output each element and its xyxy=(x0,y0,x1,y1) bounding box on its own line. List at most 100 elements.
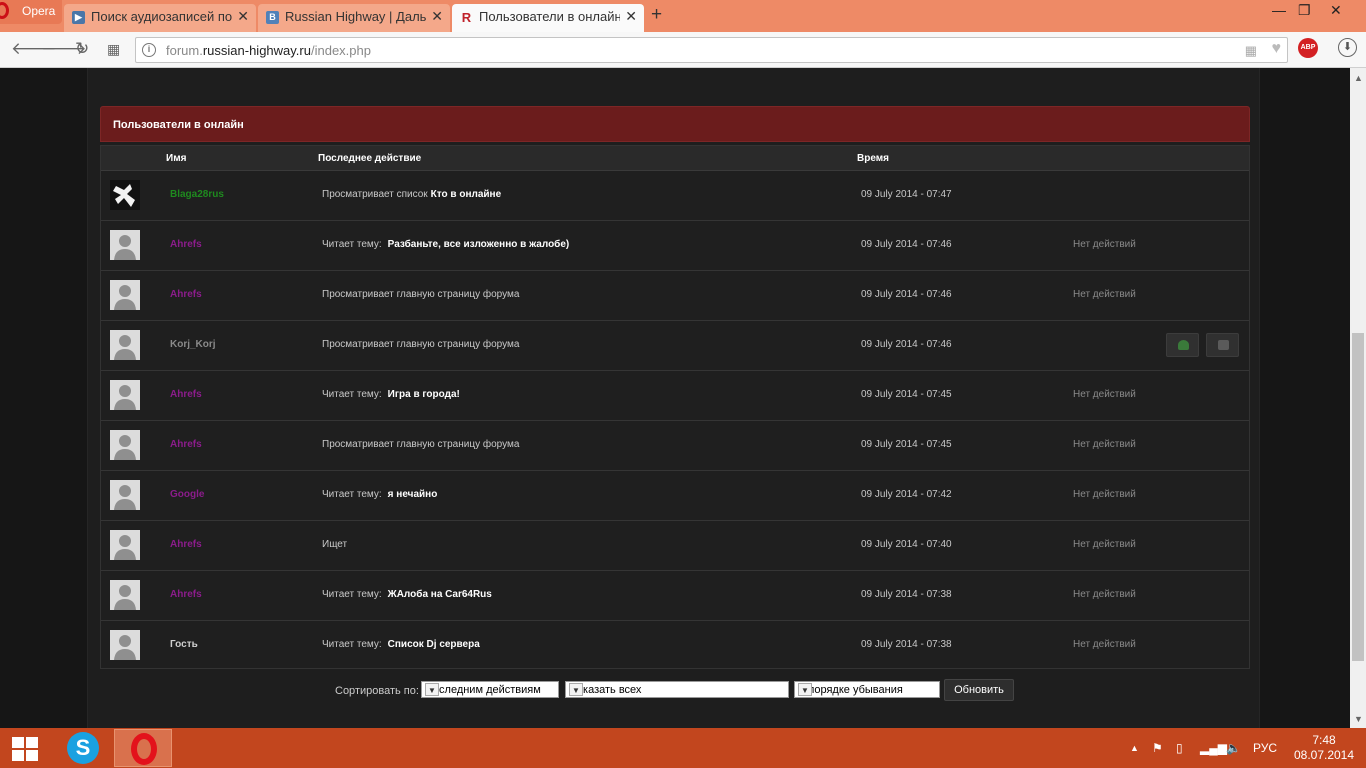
vk-icon: В xyxy=(266,11,279,24)
tab-title: Пользователи в онлайн – xyxy=(479,9,620,24)
avatar[interactable] xyxy=(110,430,140,460)
message-icon xyxy=(1218,340,1229,350)
download-icon[interactable]: ⬇ xyxy=(1338,38,1357,57)
new-tab-button[interactable]: + xyxy=(651,4,662,26)
action-time: 09 July 2014 - 07:46 xyxy=(861,239,952,250)
action-link[interactable]: ЖАлоба на Car64Rus xyxy=(388,589,492,600)
action-text: Читает тему: xyxy=(322,489,382,500)
scroll-up-icon[interactable]: ▲ xyxy=(1354,73,1363,83)
tab-russian-highway[interactable]: В Russian Highway | Дально ✕ xyxy=(258,4,450,32)
avatar[interactable] xyxy=(110,380,140,410)
tab-users-online[interactable]: R Пользователи в онлайн – ✕ xyxy=(452,4,644,32)
clock-time: 7:48 xyxy=(1312,733,1336,747)
user-name-link[interactable]: Ahrefs xyxy=(170,289,202,300)
site-info-icon[interactable]: i xyxy=(142,43,156,57)
action-time: 09 July 2014 - 07:38 xyxy=(861,639,952,650)
close-icon[interactable]: ✕ xyxy=(237,8,249,25)
opera-menu-button[interactable]: Opera xyxy=(0,0,62,24)
panel-title: Пользователи в онлайн xyxy=(113,119,244,131)
chevron-down-icon: ▼ xyxy=(425,683,439,696)
taskbar-skype[interactable]: S xyxy=(54,729,112,767)
user-name-link[interactable]: Korj_Korj xyxy=(170,339,216,350)
scroll-thumb[interactable] xyxy=(1352,333,1364,661)
no-actions-text: Нет действий xyxy=(1073,439,1136,450)
avatar[interactable] xyxy=(110,330,140,360)
action-center-flag-icon[interactable]: ⚑ xyxy=(1152,741,1163,755)
adblock-icon[interactable]: ABP xyxy=(1298,38,1318,58)
volume-icon[interactable]: 🔈 xyxy=(1226,741,1241,755)
avatar[interactable] xyxy=(110,580,140,610)
page-scrollbar[interactable]: ▲ ▼ xyxy=(1350,68,1366,728)
power-icon[interactable]: ▯ xyxy=(1176,741,1183,755)
table-row: Ahrefs Просматривает главную страницу фор… xyxy=(101,421,1249,471)
tab-title: Поиск аудиозаписей по з xyxy=(91,9,232,24)
avatar[interactable] xyxy=(110,630,140,660)
last-action: Просматривает список Кто в онлайне xyxy=(322,189,501,200)
action-time: 09 July 2014 - 07:38 xyxy=(861,589,952,600)
avatar[interactable] xyxy=(110,480,140,510)
url-text: forum.russian-highway.ru/index.php xyxy=(166,43,371,58)
user-name-link[interactable]: Ahrefs xyxy=(170,389,202,400)
send-message-button[interactable] xyxy=(1206,333,1239,357)
action-text: Читает тему: xyxy=(322,239,382,250)
no-actions-text: Нет действий xyxy=(1073,539,1136,550)
language-indicator[interactable]: РУС xyxy=(1253,741,1277,755)
last-action: Читает тему: Игра в города! xyxy=(322,389,460,400)
action-link[interactable]: Разбаньте, все изложенно в жалобе) xyxy=(388,239,570,250)
user-name-link[interactable]: Гость xyxy=(170,639,198,650)
last-action: Просматривает главную страницу форума xyxy=(322,289,519,300)
action-link[interactable]: Кто в онлайне xyxy=(431,189,502,200)
user-name-link[interactable]: Ahrefs xyxy=(170,439,202,450)
window-close-icon[interactable]: ✕ xyxy=(1330,2,1342,19)
action-link[interactable]: Список Dj сервера xyxy=(388,639,480,650)
avatar[interactable] xyxy=(110,280,140,310)
action-text: Ищет xyxy=(322,539,348,550)
stash-icon[interactable]: ▦ xyxy=(1245,43,1257,59)
user-name-link[interactable]: Ahrefs xyxy=(170,539,202,550)
taskbar-opera[interactable] xyxy=(114,729,172,767)
last-action: Просматривает главную страницу форума xyxy=(322,339,519,350)
avatar[interactable] xyxy=(110,530,140,560)
user-name-link[interactable]: Blaga28rus xyxy=(170,189,224,200)
no-actions-text: Нет действий xyxy=(1073,389,1136,400)
reload-icon[interactable]: ↻ xyxy=(75,39,89,59)
column-header-action: Последнее действие xyxy=(318,153,422,164)
filter-select[interactable]: Показать всех ▼ xyxy=(565,681,789,698)
panel-header: Пользователи в онлайн xyxy=(100,106,1250,142)
table-row: Blaga28rus Просматривает список Кто в онла… xyxy=(101,171,1249,221)
windows-start-icon[interactable] xyxy=(12,737,38,761)
action-time: 09 July 2014 - 07:45 xyxy=(861,389,952,400)
add-friend-button[interactable] xyxy=(1166,333,1199,357)
order-select[interactable]: В порядке убывания ▼ xyxy=(794,681,940,698)
sort-by-select[interactable]: Последним действиям ▼ xyxy=(421,681,559,698)
heart-icon[interactable]: ♥ xyxy=(1272,40,1282,58)
restore-icon[interactable]: ❐ xyxy=(1298,2,1311,19)
chevron-down-icon: ▼ xyxy=(569,683,583,696)
system-clock[interactable]: 7:48 08.07.2014 xyxy=(1292,733,1356,763)
update-button[interactable]: Обновить xyxy=(944,679,1014,701)
tray-expand-icon[interactable]: ▲ xyxy=(1130,743,1139,753)
address-bar[interactable]: i forum.russian-highway.ru/index.php ▦ ♥ xyxy=(135,37,1288,63)
table-row: Ahrefs Ищет 09 July 2014 - 07:40 Нет действ… xyxy=(101,521,1249,571)
clock-date: 08.07.2014 xyxy=(1293,748,1355,762)
last-action: Читает тему: ЖАлоба на Car64Rus xyxy=(322,589,492,600)
close-icon[interactable]: ✕ xyxy=(625,8,637,25)
close-icon[interactable]: ✕ xyxy=(431,8,443,25)
no-actions-text: Нет действий xyxy=(1073,639,1136,650)
tab-audio-search[interactable]: ▶ Поиск аудиозаписей по з ✕ xyxy=(64,4,256,32)
action-link[interactable]: Игра в города! xyxy=(388,389,460,400)
minimize-icon[interactable]: — xyxy=(1272,2,1286,18)
action-text: Читает тему: xyxy=(322,639,382,650)
tab-title: Russian Highway | Дально xyxy=(285,9,426,24)
user-name-link[interactable]: Google xyxy=(170,489,204,500)
user-name-link[interactable]: Ahrefs xyxy=(170,239,202,250)
network-signal-icon[interactable]: ▂▄▆ xyxy=(1200,741,1227,755)
speed-dial-icon[interactable]: ▦ xyxy=(107,41,120,58)
action-link[interactable]: я нечайно xyxy=(388,489,438,500)
avatar[interactable] xyxy=(110,230,140,260)
user-name-link[interactable]: Ahrefs xyxy=(170,589,202,600)
avatar[interactable] xyxy=(110,180,140,210)
action-text: Просматривает главную страницу форума xyxy=(322,339,520,350)
scroll-down-icon[interactable]: ▼ xyxy=(1354,714,1363,724)
windows-taskbar: S ▲ ⚑ ▯ ▂▄▆ 🔈 РУС 7:48 08.07.2014 xyxy=(0,728,1366,768)
